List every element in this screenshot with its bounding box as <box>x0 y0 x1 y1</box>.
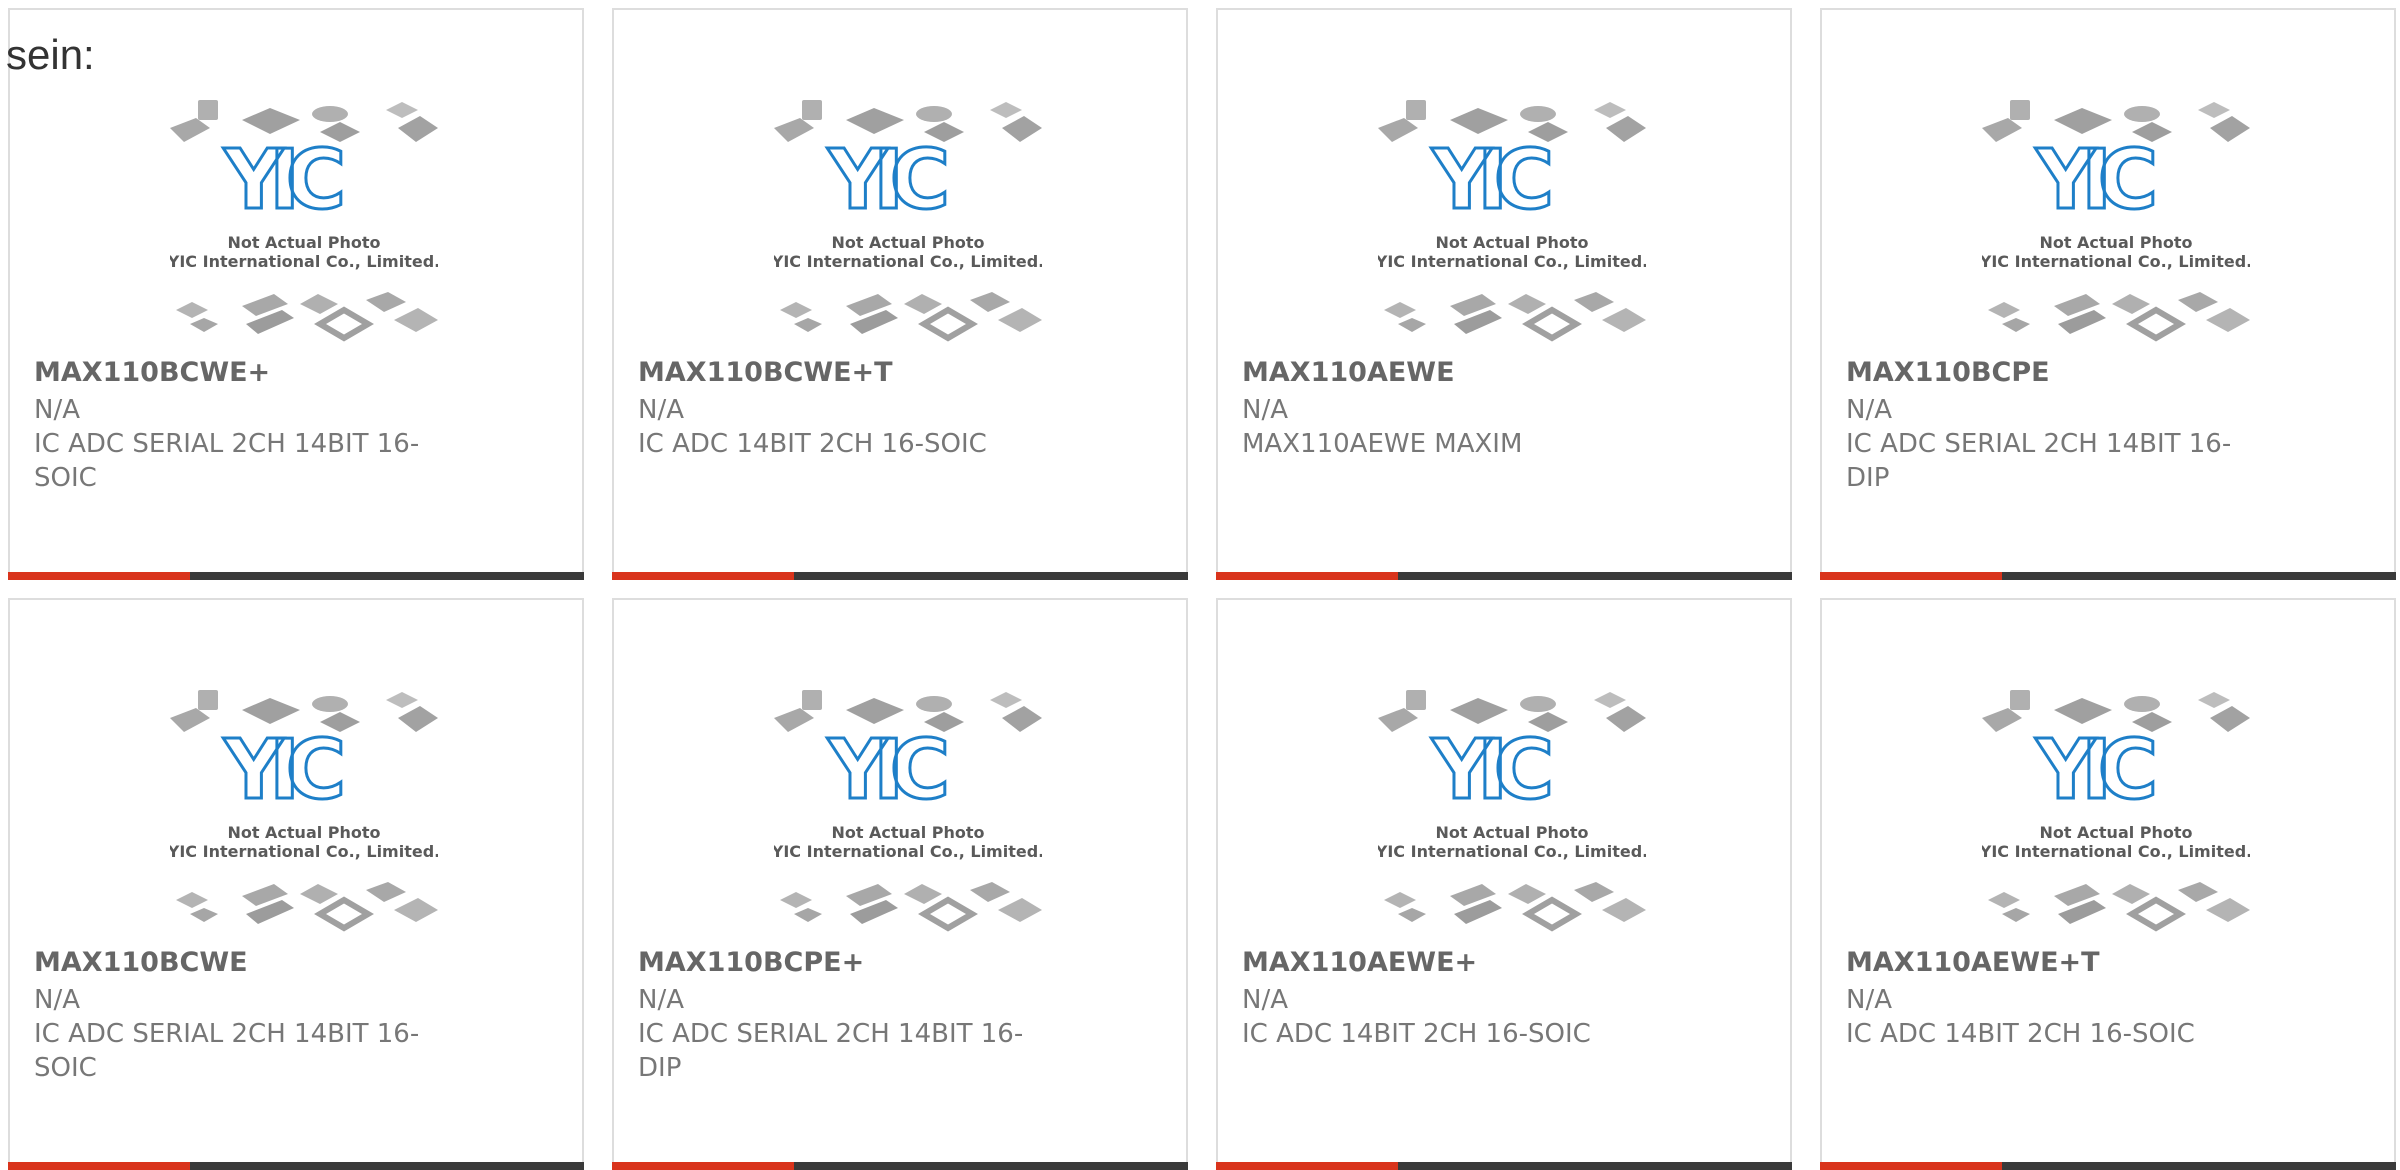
product-placeholder-image: YIC Not Actual Photo YIC International C… <box>1982 100 2250 342</box>
placeholder-caption: YIC International Co., Limited. <box>1982 252 2250 271</box>
description: MAX110AEWE MAXIM <box>1242 429 1523 459</box>
product-card[interactable]: YIC Not Actual Photo YIC International C… <box>1216 598 1792 1170</box>
manufacturer: N/A <box>638 395 684 425</box>
product-card[interactable]: YIC Not Actual Photo YIC International C… <box>8 8 584 580</box>
placeholder-caption: YIC International Co., Limited. <box>1982 842 2250 861</box>
placeholder-caption: Not Actual Photo <box>227 823 380 842</box>
product-placeholder-image: YIC Not Actual Photo YIC International C… <box>1982 690 2250 932</box>
product-card[interactable]: YIC Not Actual Photo YIC International C… <box>612 8 1188 580</box>
part-number[interactable]: MAX110BCWE+T <box>638 356 1058 390</box>
yic-logo: YIC <box>223 133 341 228</box>
product-card[interactable]: YIC Not Actual Photo YIC International C… <box>1216 8 1792 580</box>
lead-text: sein: <box>6 31 95 78</box>
product-placeholder-image: YIC Not Actual Photo YIC International C… <box>170 100 438 342</box>
yic-logo: YIC <box>2035 133 2153 228</box>
yic-logo: YIC <box>223 723 341 818</box>
card-accent-bar <box>1216 1162 1398 1170</box>
part-number[interactable]: MAX110BCPE+ <box>638 946 1058 980</box>
description: IC ADC SERIAL 2CH 14BIT 16-SOIC <box>34 1019 420 1083</box>
part-number[interactable]: MAX110BCWE <box>34 946 454 980</box>
part-number[interactable]: MAX110AEWE <box>1242 356 1662 390</box>
card-accent-bar <box>8 1162 190 1170</box>
card-bottom-bar <box>1820 1162 2396 1170</box>
card-accent-bar <box>8 572 190 580</box>
product-placeholder-image: YIC Not Actual Photo YIC International C… <box>1378 690 1646 932</box>
manufacturer: N/A <box>1242 985 1288 1015</box>
product-placeholder-image: YIC Not Actual Photo YIC International C… <box>170 690 438 932</box>
placeholder-caption: Not Actual Photo <box>1435 233 1588 252</box>
card-bottom-bar <box>612 572 1188 580</box>
product-card[interactable]: YIC Not Actual Photo YIC International C… <box>1820 598 2396 1170</box>
yic-logo: YIC <box>2035 723 2153 818</box>
card-bottom-bar <box>1216 572 1792 580</box>
description: IC ADC 14BIT 2CH 16-SOIC <box>1242 1019 1591 1049</box>
product-card[interactable]: YIC Not Actual Photo YIC International C… <box>8 598 584 1170</box>
yic-logo: YIC <box>827 723 945 818</box>
product-placeholder-image: YIC Not Actual Photo YIC International C… <box>774 100 1042 342</box>
card-accent-bar <box>1820 1162 2002 1170</box>
card-accent-bar <box>1820 572 2002 580</box>
card-bottom-bar <box>1820 572 2396 580</box>
placeholder-caption: Not Actual Photo <box>2039 233 2192 252</box>
placeholder-caption: YIC International Co., Limited. <box>774 842 1042 861</box>
product-placeholder-image: YIC Not Actual Photo YIC International C… <box>1378 100 1646 342</box>
placeholder-caption: YIC International Co., Limited. <box>774 252 1042 271</box>
placeholder-caption: Not Actual Photo <box>831 233 984 252</box>
placeholder-caption: Not Actual Photo <box>1435 823 1588 842</box>
manufacturer: N/A <box>34 985 80 1015</box>
card-accent-bar <box>612 572 794 580</box>
placeholder-caption: YIC International Co., Limited. <box>170 842 438 861</box>
placeholder-caption: Not Actual Photo <box>831 823 984 842</box>
placeholder-caption: YIC International Co., Limited. <box>170 252 438 271</box>
description: IC ADC SERIAL 2CH 14BIT 16-DIP <box>1846 429 2232 493</box>
placeholder-caption: YIC International Co., Limited. <box>1378 252 1646 271</box>
card-accent-bar <box>612 1162 794 1170</box>
manufacturer: N/A <box>638 985 684 1015</box>
card-bottom-bar <box>8 572 584 580</box>
product-placeholder-image: YIC Not Actual Photo YIC International C… <box>774 690 1042 932</box>
part-number[interactable]: MAX110AEWE+ <box>1242 946 1662 980</box>
card-bottom-bar <box>612 1162 1188 1170</box>
placeholder-caption: Not Actual Photo <box>227 233 380 252</box>
placeholder-caption: YIC International Co., Limited. <box>1378 842 1646 861</box>
manufacturer: N/A <box>1846 985 1892 1015</box>
description: IC ADC 14BIT 2CH 16-SOIC <box>1846 1019 2195 1049</box>
description: IC ADC SERIAL 2CH 14BIT 16-SOIC <box>34 429 420 493</box>
manufacturer: N/A <box>1846 395 1892 425</box>
yic-logo: YIC <box>1431 723 1549 818</box>
card-bottom-bar <box>8 1162 584 1170</box>
yic-logo: YIC <box>827 133 945 228</box>
description: IC ADC SERIAL 2CH 14BIT 16-DIP <box>638 1019 1024 1083</box>
part-number[interactable]: MAX110BCPE <box>1846 356 2266 390</box>
card-bottom-bar <box>1216 1162 1792 1170</box>
part-number[interactable]: MAX110AEWE+T <box>1846 946 2266 980</box>
manufacturer: N/A <box>1242 395 1288 425</box>
part-number[interactable]: MAX110BCWE+ <box>34 356 454 390</box>
description: IC ADC 14BIT 2CH 16-SOIC <box>638 429 987 459</box>
manufacturer: N/A <box>34 395 80 425</box>
card-accent-bar <box>1216 572 1398 580</box>
product-card[interactable]: YIC Not Actual Photo YIC International C… <box>1820 8 2396 580</box>
product-card[interactable]: YIC Not Actual Photo YIC International C… <box>612 598 1188 1170</box>
yic-logo: YIC <box>1431 133 1549 228</box>
placeholder-caption: Not Actual Photo <box>2039 823 2192 842</box>
